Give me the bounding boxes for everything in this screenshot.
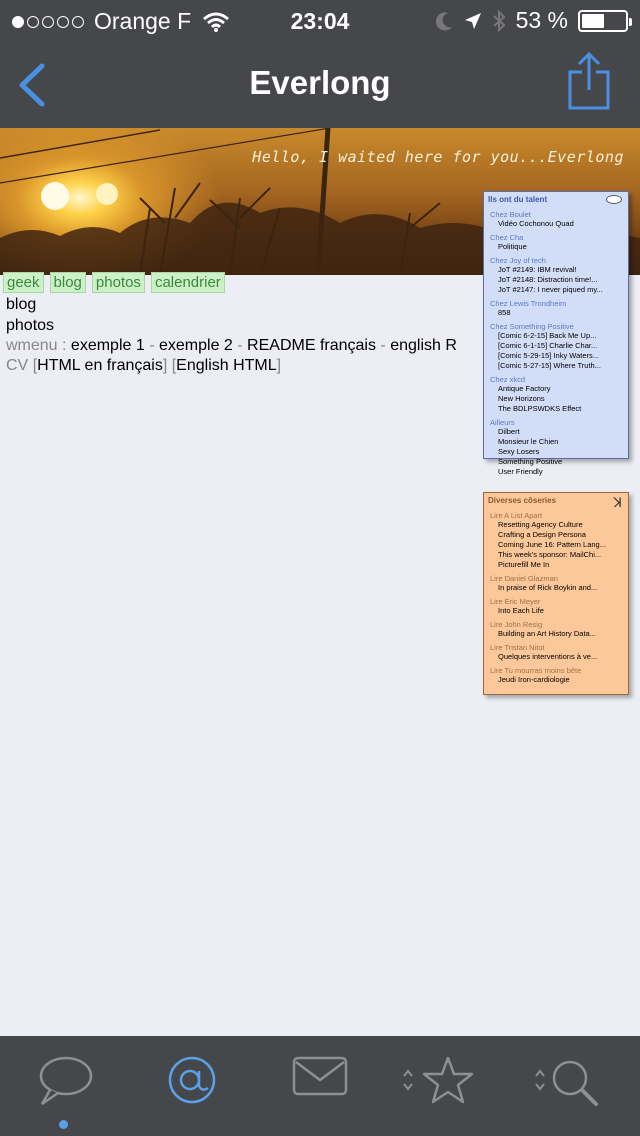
moon-icon — [435, 11, 452, 30]
widget-item-link[interactable]: Dilbert — [484, 427, 628, 437]
speech-bubble-icon — [606, 195, 622, 204]
link-photos[interactable]: photos — [6, 317, 54, 335]
battery-percent: 53 % — [515, 7, 568, 33]
battery-icon — [578, 9, 632, 32]
widget-section-title[interactable]: Ailleurs — [484, 416, 628, 427]
widget-item-link[interactable]: Coming June 16: Pattern Lang... — [484, 540, 628, 550]
widget-item-link[interactable]: The BDLPSWDKS Effect — [484, 404, 628, 414]
widget-item-link[interactable]: Quelques interventions à ve... — [484, 652, 628, 662]
widget-item-link[interactable]: Resetting Agency Culture — [484, 520, 628, 530]
search-icon[interactable] — [532, 1054, 604, 1110]
wmenu-link[interactable]: exemple 1 — [71, 337, 145, 354]
widget-section-title[interactable]: Lire Eric Meyer — [484, 595, 628, 606]
widget-item-link[interactable]: [Comic 6-1-15] Charlie Char... — [484, 341, 628, 351]
widget-item-link[interactable]: Crafting a Design Persona — [484, 530, 628, 540]
tag-calendrier[interactable]: calendrier — [150, 272, 225, 293]
bracket: ] — [276, 357, 282, 374]
widget-body: Chez Boulet Vidéo Cochonou Quad Chez Cha Po… — [484, 208, 628, 477]
widget-item-link[interactable]: Jeudi Iron-cardiologie — [484, 675, 628, 685]
navigation-bar: Everlong — [0, 42, 640, 128]
widget-section-title[interactable]: Chez Something Positive — [484, 320, 628, 331]
widget-section-title[interactable]: Chez Cha — [484, 231, 628, 242]
bluetooth-icon — [492, 9, 506, 32]
widget-item-link[interactable]: 858 — [484, 308, 628, 318]
tab-bar — [0, 1036, 640, 1136]
talent-widget: Ils ont du talent Chez Boulet Vidéo Cocho… — [483, 191, 629, 476]
widget-section-title[interactable]: Lire Tu mourras moins bête — [484, 664, 628, 675]
widget-item-link[interactable]: [Comic 6-2-15] Back Me Up... — [484, 331, 628, 341]
tag-photos[interactable]: photos — [91, 272, 145, 293]
wmenu-link[interactable]: exemple 2 — [159, 337, 233, 354]
widget-item-link[interactable]: Monsieur le Chien — [484, 437, 628, 447]
widget-section-title[interactable]: Lire John Resig — [484, 618, 628, 629]
widget-section-title[interactable]: Lire Daniel Glazman — [484, 572, 628, 583]
wmenu-link[interactable]: README français — [247, 337, 376, 354]
active-indicator-dot — [59, 1120, 68, 1129]
wmenu-label: wmenu : — [6, 337, 67, 354]
status-bar: Orange F 23:04 53 % — [0, 0, 640, 42]
widget-item-link[interactable]: Something Positive — [484, 457, 628, 467]
separator: - — [380, 337, 386, 354]
link-blog[interactable]: blog — [6, 296, 36, 314]
battery-level — [582, 13, 605, 28]
status-right: 53 % — [435, 7, 632, 34]
cv-line: CV [HTML en français] [English HTML] — [6, 357, 281, 375]
chat-bubble-icon[interactable] — [36, 1054, 94, 1106]
banner-caption: Hello, I waited here for you...Everlong — [252, 148, 624, 166]
widget-section-title[interactable]: Chez Joy of tech — [484, 254, 628, 265]
widget-item-link[interactable]: Antique Factory — [484, 384, 628, 394]
cv-link-en[interactable]: English HTML — [176, 357, 276, 374]
glyph-icon: ꓘ — [613, 495, 622, 510]
widget-item-link[interactable]: Vidéo Cochonou Quad — [484, 219, 628, 229]
bracket: ] — [162, 357, 168, 374]
widget-item-link[interactable]: JoT #2148: Distraction time!... — [484, 275, 628, 285]
widget-item-link[interactable]: Building an Art History Data... — [484, 629, 628, 639]
wmenu-line: wmenu : exemple 1 - exemple 2 - README f… — [6, 337, 457, 355]
tag-geek[interactable]: geek — [3, 272, 44, 293]
coseries-widget: Diverses côseries ꓘ Lire A List Apart Res… — [483, 492, 629, 695]
separator: - — [237, 337, 243, 354]
widget-item-link[interactable]: Into Each Life — [484, 606, 628, 616]
widget-item-link[interactable]: Politique — [484, 242, 628, 252]
cv-label: CV — [6, 357, 29, 374]
at-sign-icon[interactable] — [166, 1054, 218, 1106]
cv-link-fr[interactable]: HTML en français — [37, 357, 163, 374]
location-arrow-icon — [464, 12, 481, 29]
page-title: Everlong — [249, 64, 391, 101]
tag-blog[interactable]: blog — [49, 272, 86, 293]
widget-section-title[interactable]: Chez xkcd — [484, 373, 628, 384]
widget-item-link[interactable]: Picturefill Me In — [484, 560, 628, 570]
widget-item-link[interactable]: User Friendly — [484, 467, 628, 477]
widget-item-link[interactable]: JoT #2149: IBM revival! — [484, 265, 628, 275]
widget-item-link[interactable]: New Horizons — [484, 394, 628, 404]
widget-section-title[interactable]: Chez Boulet — [484, 208, 628, 219]
widget-item-link[interactable]: JoT #2147: I never piqued my... — [484, 285, 628, 295]
share-icon[interactable] — [566, 50, 612, 112]
widget-section-title[interactable]: Lire A List Apart — [484, 509, 628, 520]
envelope-icon[interactable] — [292, 1054, 348, 1098]
wmenu-link[interactable]: english R — [390, 337, 457, 354]
widget-section-title[interactable]: Chez Lewis Trondheim — [484, 297, 628, 308]
widget-item-link[interactable]: [Comic 5-29-15] Inky Waters... — [484, 351, 628, 361]
star-icon[interactable] — [400, 1054, 480, 1110]
separator: - — [149, 337, 155, 354]
widget-title: Diverses côseries — [488, 496, 557, 505]
widget-section-title[interactable]: Lire Tristan Nitot — [484, 641, 628, 652]
widget-body: Lire A List Apart Resetting Agency Cultur… — [484, 509, 628, 685]
widget-item-link[interactable]: Sexy Losers — [484, 447, 628, 457]
widget-item-link[interactable]: [Comic 5-27-15] Where Truth... — [484, 361, 628, 371]
widget-item-link[interactable]: This week's sponsor: MailChi... — [484, 550, 628, 560]
widget-item-link[interactable]: In praise of Rick Boykin and... — [484, 583, 628, 593]
tag-links: geek blog photos calendrier — [3, 272, 225, 293]
